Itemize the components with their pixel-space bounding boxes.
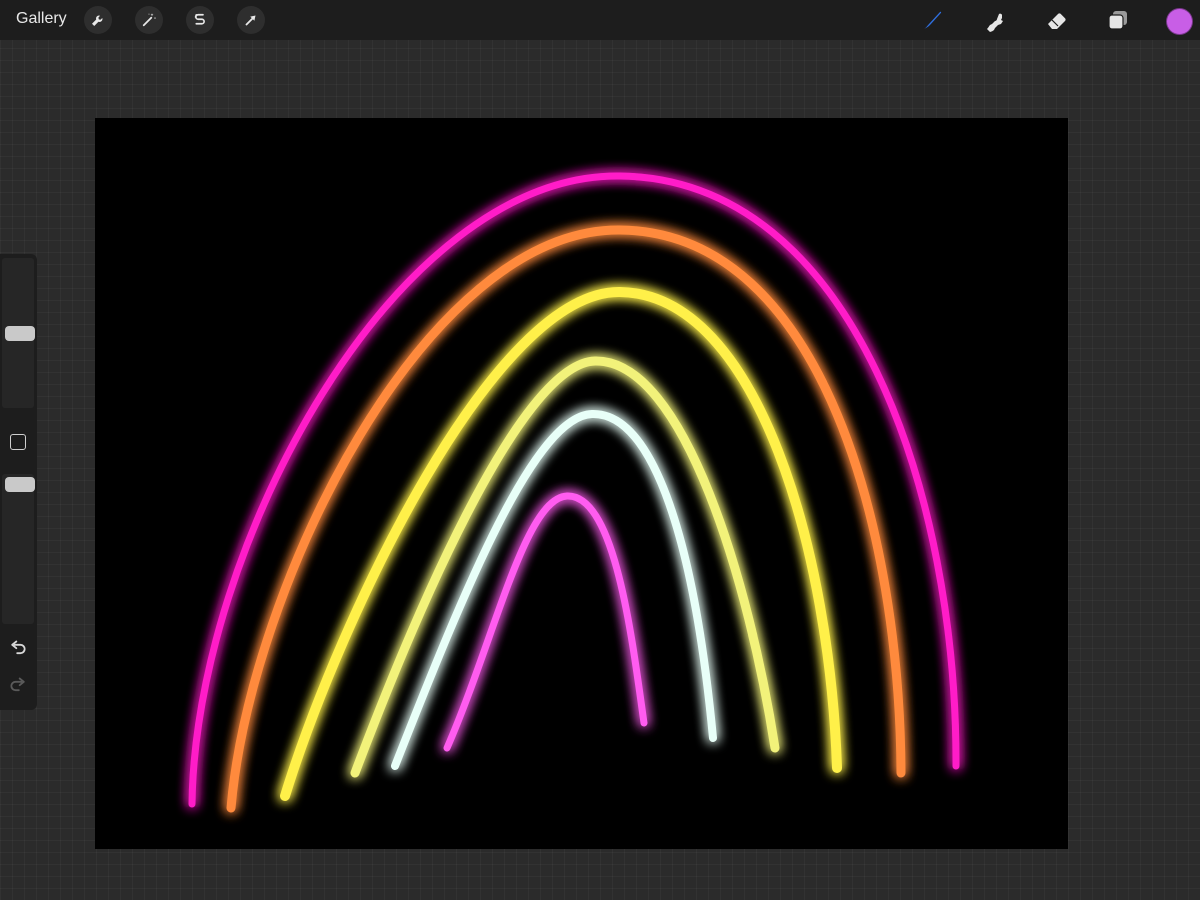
brush-size-handle[interactable] <box>5 326 35 341</box>
eraser-icon <box>1048 13 1066 29</box>
layers-icon <box>1108 11 1127 30</box>
transform-arrow-icon <box>245 15 256 26</box>
drawing-canvas[interactable] <box>95 118 1068 849</box>
brush-tool[interactable] <box>919 6 947 34</box>
eraser-tool[interactable] <box>1043 6 1071 34</box>
cyan-arc <box>391 409 717 770</box>
magic-wand-icon <box>142 13 157 27</box>
brush-size-slider[interactable] <box>2 258 35 408</box>
modify-square-icon[interactable] <box>10 434 26 450</box>
canvas-artwork <box>188 172 960 813</box>
top-toolbar: Gallery <box>0 0 1200 40</box>
smudge-tool[interactable] <box>981 6 1009 34</box>
undo-icon[interactable] <box>8 639 28 659</box>
side-toolbar <box>0 254 37 710</box>
pink-arc <box>443 492 648 752</box>
opacity-slider[interactable] <box>2 474 35 624</box>
yellow-arc <box>280 286 842 801</box>
adjustments-magic-wand-icon[interactable] <box>135 6 163 34</box>
transform-arrow-button[interactable] <box>237 6 265 34</box>
opacity-handle[interactable] <box>5 477 35 492</box>
redo-icon[interactable] <box>8 676 28 696</box>
selection-s-icon-button[interactable] <box>186 6 214 34</box>
gallery-button[interactable]: Gallery <box>16 10 67 28</box>
selection-s-icon <box>194 13 205 25</box>
magenta-arc <box>188 172 960 808</box>
brush-icon <box>924 11 942 29</box>
actions-wrench-icon[interactable] <box>84 6 112 34</box>
color-picker-swatch[interactable] <box>1166 8 1193 35</box>
wrench-icon <box>92 15 103 26</box>
layers-tool[interactable] <box>1104 6 1132 34</box>
smudge-icon <box>987 13 1003 32</box>
